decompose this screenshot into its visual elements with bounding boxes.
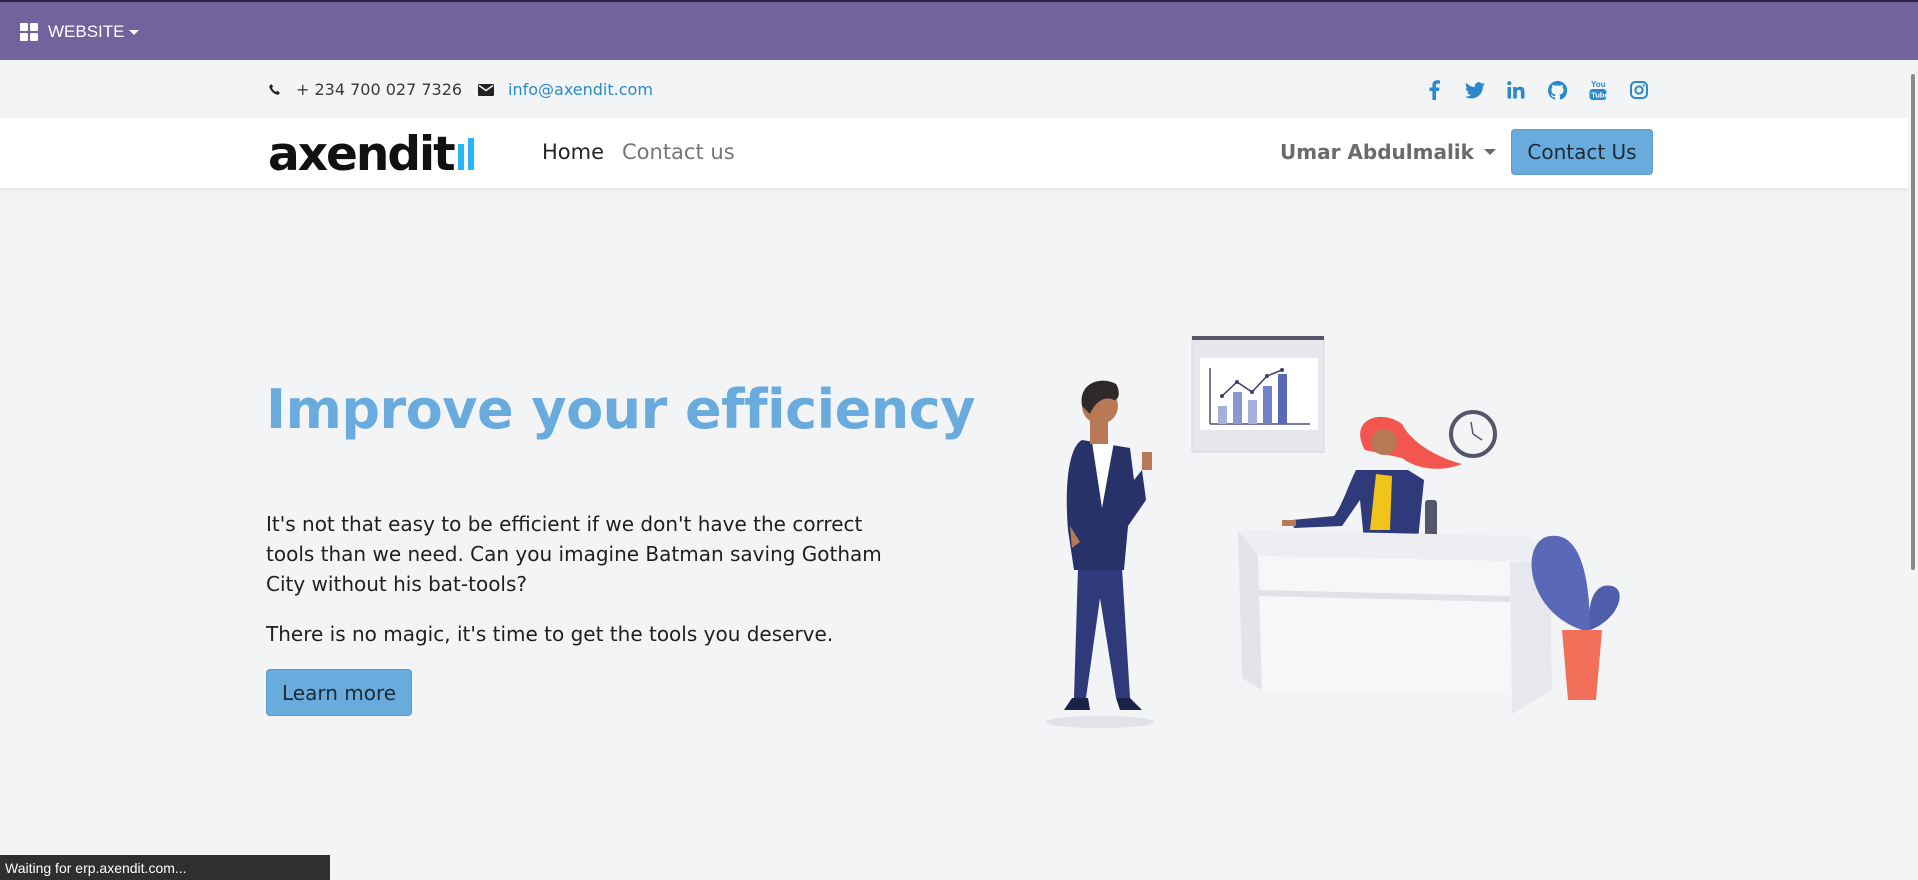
office-illustration [1045,336,1620,728]
man-figure [1045,380,1155,728]
linkedin-icon[interactable] [1504,78,1528,102]
chart-board-icon [1191,336,1325,453]
contact-us-button[interactable]: Contact Us [1511,129,1653,175]
learn-more-button[interactable]: Learn more [266,669,412,716]
github-icon[interactable] [1545,78,1569,102]
clock-icon [1449,410,1497,458]
page-scrollbar[interactable] [1908,60,1918,880]
phone-number[interactable]: + 234 700 027 7326 [296,80,462,99]
apps-grid-icon [20,23,38,41]
envelope-icon [478,83,494,96]
social-links: You Tube [1422,78,1651,102]
chevron-down-icon [1483,149,1496,155]
hero-paragraph-secondary: There is no magic, it's time to get the … [266,622,834,646]
main-navbar: axendit Home Contact us Umar Abdulmalik … [0,118,1918,188]
website-menu-label: WEBSITE [48,22,125,41]
reception-desk [1238,530,1552,714]
hero-paragraph: It's not that easy to be efficient if we… [266,512,882,596]
facebook-icon[interactable] [1422,78,1446,102]
nav-link-home[interactable]: Home [542,140,604,164]
browser-status-bar: Waiting for erp.axendit.com... [0,855,330,880]
youtube-icon[interactable]: You Tube [1586,78,1610,102]
phone-icon [269,83,280,95]
svg-text:You: You [1591,80,1606,89]
svg-text:Tube: Tube [1591,91,1607,100]
admin-bar: WEBSITE [0,0,1918,60]
contact-info-bar: + 234 700 027 7326 info@axendit.com You … [0,60,1918,118]
email-contact: info@axendit.com [478,80,653,99]
scrollbar-thumb[interactable] [1911,74,1915,570]
email-link[interactable]: info@axendit.com [508,80,653,99]
axendit-logo[interactable]: axendit [268,127,490,182]
user-name: Umar Abdulmalik [1280,140,1474,164]
website-menu-button[interactable]: WEBSITE [20,20,139,44]
twitter-icon[interactable] [1463,78,1487,102]
hero-title: Improve your efficiency [266,378,975,441]
nav-link-contact-us[interactable]: Contact us [622,140,735,164]
user-menu[interactable]: Umar Abdulmalik [1280,140,1496,164]
chevron-down-icon [128,29,139,35]
phone-contact: + 234 700 027 7326 [268,80,462,99]
logo-text: axendit [268,130,455,176]
instagram-icon[interactable] [1627,78,1651,102]
